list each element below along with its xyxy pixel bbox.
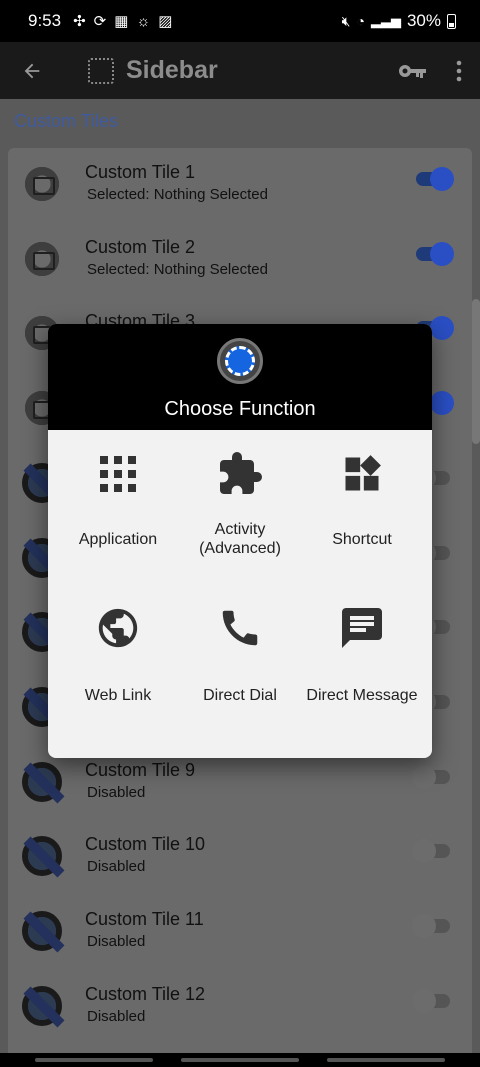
page-title: Sidebar <box>126 56 218 84</box>
list-item[interactable]: Custom Tile 9 Disabled <box>8 748 472 818</box>
battery-icon <box>447 13 456 29</box>
nav-home[interactable] <box>181 1058 299 1062</box>
notification-icons: ✣ ⟳ ▦ ☼ ▨ <box>73 14 172 29</box>
tile-toggle[interactable] <box>412 839 450 864</box>
puzzle-piece-icon <box>214 448 266 500</box>
option-application[interactable]: Application <box>54 448 182 549</box>
sync-icon: ⟳ <box>93 12 107 30</box>
widgets-icon <box>336 448 388 500</box>
gear-tile-icon <box>22 164 62 204</box>
premium-badge-icon <box>22 836 62 877</box>
message-icon <box>336 602 388 654</box>
tile-subtitle: Disabled <box>87 933 146 950</box>
tile-name: Custom Tile 2 <box>85 236 196 257</box>
toggle-knob <box>412 988 436 1013</box>
option-label: Shortcut <box>332 531 392 548</box>
option-activity[interactable]: Activity (Advanced) <box>176 448 304 558</box>
more-options-button[interactable] <box>438 42 480 99</box>
tile-subtitle: Disabled <box>87 1007 146 1025</box>
option-label: Application <box>78 531 158 548</box>
list-item[interactable]: Custom Tile 1 Selected: Nothing Selected <box>8 150 472 220</box>
gear-tile-icon <box>22 238 62 279</box>
toggle-knob <box>430 316 454 341</box>
tile-toggle[interactable] <box>416 241 454 266</box>
navigation-bar <box>0 1053 480 1067</box>
list-item[interactable]: Custom Tile 12 Disabled <box>8 972 472 1042</box>
option-web-link[interactable]: Web Link <box>54 602 182 705</box>
toggle-knob <box>430 241 454 266</box>
function-grid: Application Activity (Advanced) Shortcut… <box>48 430 432 758</box>
sidebar-app-icon <box>88 57 114 84</box>
slack-icon: ✣ <box>73 12 86 30</box>
tile-toggle[interactable] <box>412 914 450 938</box>
option-label: Direct Message <box>306 687 418 704</box>
key-button[interactable] <box>388 42 438 99</box>
premium-badge-icon <box>22 985 62 1026</box>
nav-back[interactable] <box>327 1058 445 1062</box>
tile-subtitle: Selected: Nothing Selected <box>87 260 268 278</box>
image-icon: ▨ <box>158 12 173 30</box>
toggle-knob <box>430 391 454 416</box>
back-button[interactable] <box>0 42 64 99</box>
list-item[interactable]: Custom Tile 10 Disabled <box>8 822 472 892</box>
nav-recents[interactable] <box>35 1058 153 1062</box>
phone-icon <box>214 602 266 654</box>
dialog-title: Choose Function <box>164 398 316 420</box>
arrow-left-icon <box>24 63 40 78</box>
list-item[interactable]: Custom Tile 2 Selected: Nothing Selected <box>8 225 472 295</box>
tile-toggle[interactable] <box>416 167 454 191</box>
tile-name: Custom Tile 10 <box>85 834 206 855</box>
option-label: Web Link <box>84 687 152 704</box>
battery-percent: 30% <box>406 11 441 30</box>
globe-icon <box>92 602 144 654</box>
tile-subtitle: Selected: Nothing Selected <box>87 186 268 203</box>
status-time: 9:53 <box>28 11 62 30</box>
premium-badge-icon <box>22 911 62 951</box>
tile-name: Custom Tile 9 <box>85 759 196 780</box>
tile-subtitle: Disabled <box>87 858 146 876</box>
mute-icon: 🔇︎ <box>341 12 351 29</box>
tile-toggle[interactable] <box>412 988 450 1013</box>
app-bar: Sidebar <box>0 42 480 99</box>
app-logo-icon <box>217 338 263 384</box>
status-bar: 9:53 ✣ ⟳ ▦ ☼ ▨ 🔇︎ ◔ ▂▃▅ 30% <box>0 0 480 42</box>
option-label: Direct Dial <box>203 687 277 704</box>
option-direct-message[interactable]: Direct Message <box>298 602 426 705</box>
scrollbar[interactable] <box>472 299 480 444</box>
option-label: Activity (Advanced) <box>199 521 281 557</box>
apps-grid-icon <box>92 448 144 500</box>
section-header: Custom Tiles <box>14 111 119 131</box>
tile-name: Custom Tile 1 <box>85 162 196 182</box>
brightness-icon: ☼ <box>136 12 151 30</box>
tile-name: Custom Tile 12 <box>85 983 206 1004</box>
grid-icon: ▦ <box>114 12 129 30</box>
tile-toggle[interactable] <box>412 764 450 789</box>
option-shortcut[interactable]: Shortcut <box>298 448 426 549</box>
premium-badge-icon <box>22 761 62 802</box>
option-direct-dial[interactable]: Direct Dial <box>176 602 304 705</box>
key-icon <box>399 64 426 78</box>
tile-name: Custom Tile 11 <box>85 909 204 929</box>
toggle-knob <box>430 167 454 191</box>
tile-subtitle: Disabled <box>87 783 146 801</box>
list-item[interactable]: Custom Tile 11 Disabled <box>8 897 472 967</box>
dialog-header: Choose Function <box>48 324 432 430</box>
more-vert-icon <box>456 60 462 81</box>
toggle-knob <box>412 764 436 789</box>
toggle-knob <box>412 839 436 864</box>
wifi-icon: ◔ <box>356 13 365 29</box>
choose-function-dialog: Choose Function Application Activity (Ad… <box>48 324 432 758</box>
toggle-knob <box>412 914 436 938</box>
signal-icon: ▂▃▅ <box>370 13 401 28</box>
